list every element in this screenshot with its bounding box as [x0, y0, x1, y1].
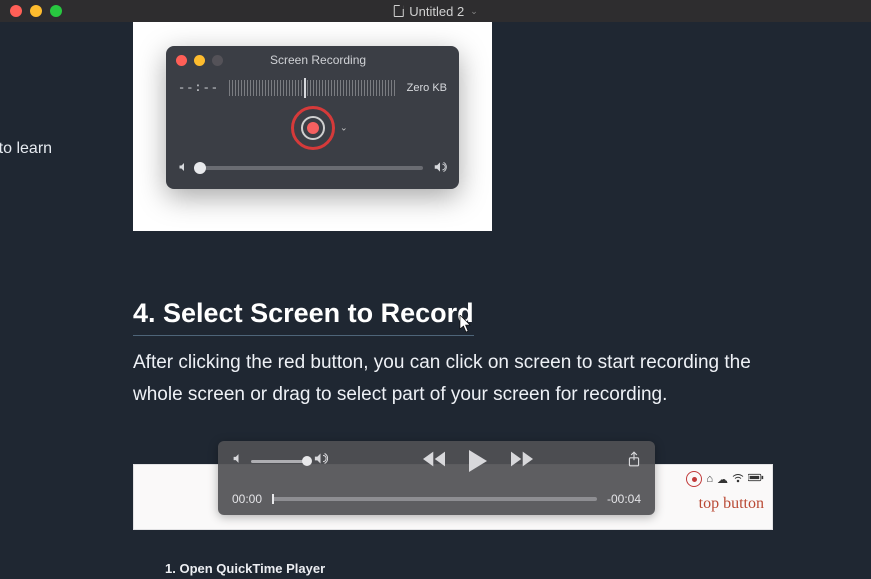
close-button[interactable] — [10, 5, 22, 17]
share-button[interactable] — [627, 451, 641, 471]
record-options-chevron-icon[interactable]: ⌄ — [340, 123, 348, 134]
overlay-volume-thumb[interactable] — [302, 456, 312, 466]
remaining-time: -00:04 — [607, 492, 641, 506]
play-button[interactable] — [469, 450, 487, 472]
section-heading: 4. Select Screen to Record — [133, 298, 474, 336]
current-time: 00:00 — [232, 492, 262, 506]
menubar-cloud-icon: ☁ — [717, 473, 728, 486]
progress-playhead[interactable] — [272, 494, 274, 504]
window-titlebar: Untitled 2 ⌄ — [0, 0, 871, 22]
elapsed-time: --:-- — [178, 81, 219, 95]
progress-slider[interactable] — [272, 497, 597, 501]
record-highlight-circle: ⌄ — [291, 106, 335, 150]
media-controls-top — [232, 450, 641, 472]
record-button[interactable] — [301, 116, 325, 140]
file-size: Zero KB — [407, 82, 447, 94]
volume-thumb[interactable] — [194, 162, 206, 174]
mini-step-heading: 1. Open QuickTime Player — [165, 561, 775, 576]
overlay-speaker-high-icon — [313, 451, 328, 471]
document-page: er to learn Screen Recording --:-- Zero … — [0, 22, 871, 579]
rewind-button[interactable] — [423, 451, 445, 472]
record-row: ⌄ — [166, 102, 459, 154]
menubar-battery-icon — [748, 473, 764, 485]
panel-minimize-icon[interactable] — [194, 55, 205, 66]
waveform — [229, 80, 397, 96]
overlay-speaker-low-icon — [232, 452, 245, 470]
speaker-low-icon — [178, 161, 190, 176]
media-controls-bottom: 00:00 -00:04 — [232, 492, 641, 506]
menubar-home-icon: ⌂ — [706, 473, 713, 485]
stop-button-label: top button — [699, 495, 764, 513]
panel-info-row: --:-- Zero KB — [166, 74, 459, 102]
document-title-text: Untitled 2 — [409, 4, 464, 19]
volume-row — [166, 154, 459, 182]
speaker-high-icon — [433, 160, 447, 177]
zoom-button[interactable] — [50, 5, 62, 17]
menubar-wifi-icon — [732, 473, 744, 486]
menubar-record-icon — [686, 471, 702, 487]
document-title[interactable]: Untitled 2 ⌄ — [393, 4, 477, 19]
menubar-icons: ⌂ ☁ — [686, 471, 764, 487]
chevron-down-icon: ⌄ — [470, 6, 478, 17]
panel-titlebar: Screen Recording — [166, 46, 459, 74]
volume-slider[interactable] — [200, 166, 423, 170]
screen-recording-panel: Screen Recording --:-- Zero KB ⌄ — [166, 46, 459, 189]
minimize-button[interactable] — [30, 5, 42, 17]
figure-screen-recording: Screen Recording --:-- Zero KB ⌄ — [133, 22, 492, 231]
document-icon — [393, 5, 403, 17]
section-body: After clicking the red button, you can c… — [133, 347, 773, 412]
panel-title: Screen Recording — [270, 53, 366, 67]
record-icon — [307, 122, 319, 134]
traffic-lights — [10, 5, 62, 17]
transport-controls — [423, 450, 533, 472]
panel-close-icon[interactable] — [176, 55, 187, 66]
media-controls-overlay: 00:00 -00:04 — [218, 441, 655, 515]
waveform-playhead — [304, 78, 306, 98]
forward-button[interactable] — [511, 451, 533, 472]
panel-zoom-icon — [212, 55, 223, 66]
overlay-volume-group — [232, 451, 328, 471]
mini-step-block: 1. Open QuickTime Player You can open Qu… — [165, 561, 775, 579]
overlay-volume-slider[interactable] — [251, 460, 307, 463]
cropped-side-text: er to learn — [0, 140, 52, 158]
